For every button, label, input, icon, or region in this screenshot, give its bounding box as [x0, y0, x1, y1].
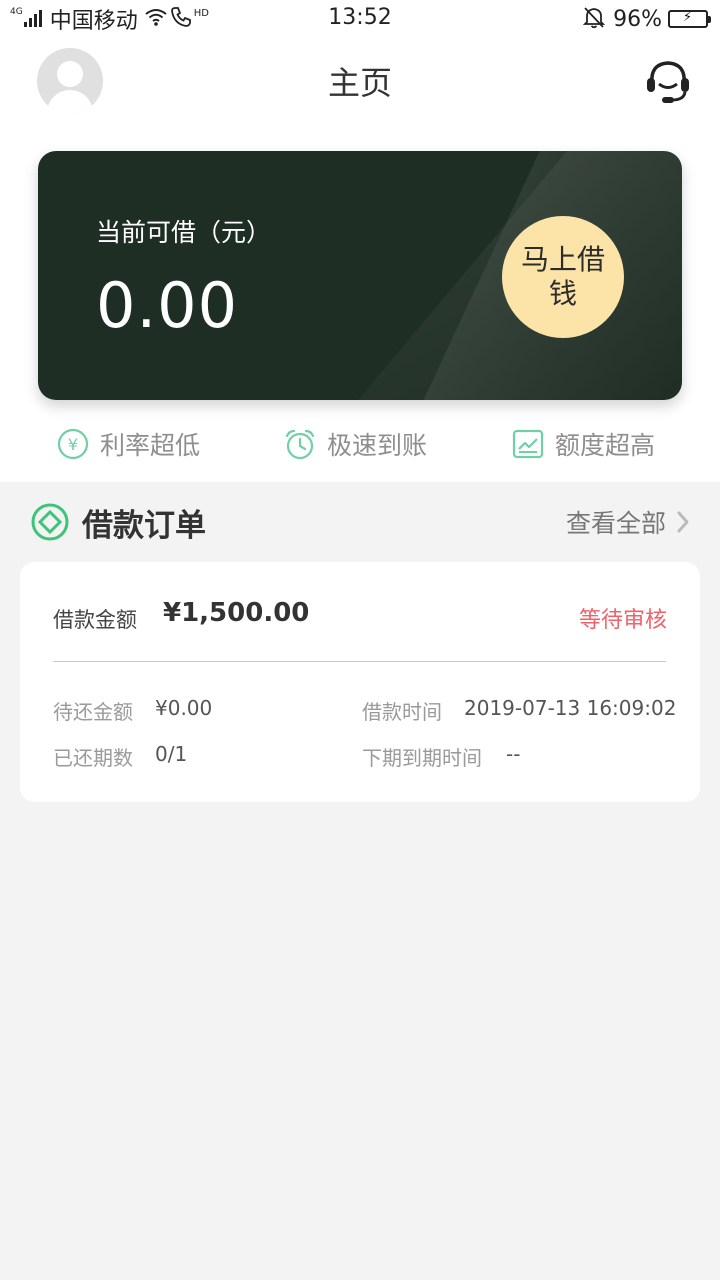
feature-fast-arrival: 极速到账: [284, 426, 427, 462]
battery-percent: 96%: [613, 6, 662, 32]
feature-low-rate: ¥ 利率超低: [57, 426, 200, 462]
feature-label: 额度超高: [555, 431, 656, 460]
order-diamond-icon: [31, 503, 69, 541]
feature-label: 极速到账: [327, 431, 428, 460]
borrow-now-button[interactable]: 马上借钱: [502, 216, 624, 338]
yen-icon: ¥: [57, 428, 89, 460]
view-all-link[interactable]: 查看全部: [566, 504, 690, 540]
divider: [53, 661, 666, 662]
headset-icon: [647, 61, 689, 103]
pending-amount-value: ¥0.00: [155, 696, 213, 720]
available-label: 当前可借（元）: [96, 218, 272, 247]
feature-high-limit: 额度超高: [512, 426, 655, 462]
chart-icon: [512, 429, 544, 459]
alarm-clock-icon: [285, 429, 315, 460]
status-right: 96% ⚡: [582, 5, 711, 33]
paid-periods-label: 已还期数: [53, 746, 133, 770]
order-status: 等待审核: [578, 608, 667, 633]
battery-icon: ⚡: [668, 10, 711, 28]
feature-label: 利率超低: [100, 431, 201, 460]
next-due-label: 下期到期时间: [362, 746, 482, 770]
paid-periods-value: 0/1: [155, 742, 188, 766]
page-title: 主页: [327, 64, 392, 102]
view-all-label: 查看全部: [565, 509, 666, 538]
credit-card-panel: 当前可借（元） 0.00 马上借钱: [38, 151, 682, 400]
pending-amount-label: 待还金额: [53, 700, 133, 724]
order-amount-label: 借款金额: [53, 608, 137, 632]
order-amount: ¥1,500.00: [163, 598, 310, 628]
svg-text:¥: ¥: [68, 435, 78, 454]
orders-header: 借款订单 查看全部: [0, 496, 720, 548]
next-due-value: --: [506, 742, 521, 766]
status-bar: 4G 中国移动 HD 13:52 96% ⚡: [0, 0, 720, 38]
bell-muted-icon: [582, 5, 606, 33]
loan-time-value: 2019-07-13 16:09:02: [464, 696, 677, 720]
loan-time-label: 借款时间: [362, 700, 442, 724]
order-card[interactable]: 借款金额 ¥1,500.00 等待审核 待还金额 ¥0.00 借款时间 2019…: [20, 562, 700, 802]
chevron-right-icon: [677, 511, 689, 533]
orders-title: 借款订单: [82, 508, 206, 544]
customer-service-button[interactable]: [642, 58, 694, 106]
available-amount: 0.00: [96, 269, 239, 342]
